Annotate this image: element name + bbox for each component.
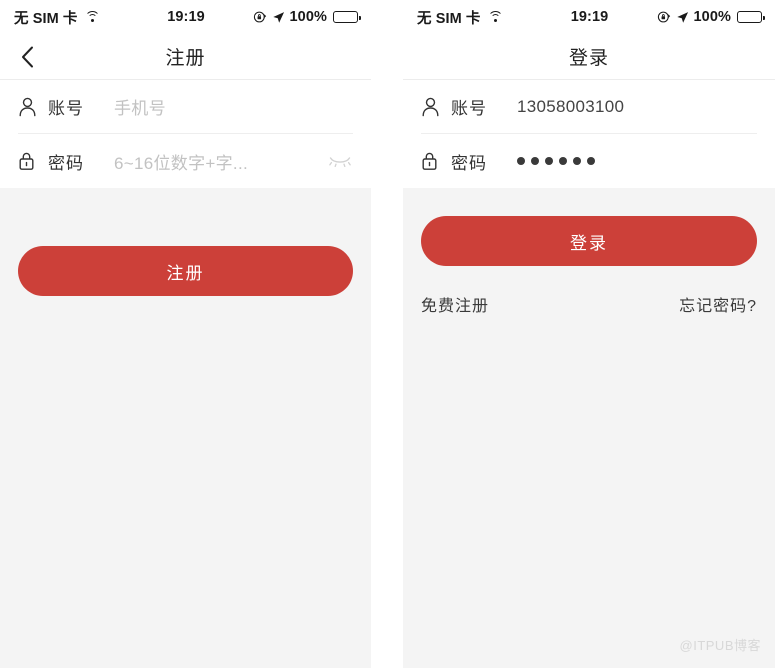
wifi-icon [85,11,101,23]
rotation-lock-icon [657,11,670,23]
status-bar-register: 无 SIM 卡 19:19 100% [0,0,371,34]
login-account-input[interactable]: 13058003100 [517,97,757,117]
password-mask-dot [545,157,553,165]
rotation-lock-icon [253,11,266,23]
screenshot-canvas: 无 SIM 卡 19:19 100% 注册 账号 手机号 密码 6~16位数字+… [0,0,775,668]
person-icon [421,97,445,117]
login-submit-button[interactable]: 登录 [421,216,757,266]
login-links-row: 免费注册 忘记密码? [421,292,757,316]
location-arrow-icon [272,11,284,23]
chevron-left-icon [21,46,33,67]
register-account-input[interactable]: 手机号 [114,94,353,119]
free-register-link[interactable]: 免费注册 [421,292,489,316]
battery-percent-label-login: 100% [693,9,731,25]
lock-icon [18,151,42,171]
status-bar-login: 无 SIM 卡 19:19 100% [403,0,775,34]
password-mask-dot [559,157,567,165]
login-password-label: 密码 [451,153,487,173]
register-nav-bar: 注册 [0,34,371,80]
status-bar-clock-login: 19:19 [570,9,609,25]
battery-percent-label: 100% [289,9,327,25]
watermark: @ITPUB博客 [679,638,761,653]
lock-icon [421,151,445,171]
status-bar-left-login: 无 SIM 卡 [417,7,571,28]
eye-closed-icon[interactable] [327,155,353,167]
password-mask-dot [517,157,525,165]
status-bar-right-login: 100% [608,9,765,25]
login-body: 登录 免费注册 忘记密码? [403,188,775,668]
page-title-login: 登录 [568,48,609,69]
battery-icon [333,11,361,23]
login-account-field[interactable]: 账号 13058003100 [421,80,757,134]
battery-icon [737,11,765,23]
location-arrow-icon [676,11,688,23]
register-submit-button[interactable]: 注册 [18,246,353,296]
status-bar-clock: 19:19 [167,9,205,25]
person-icon [18,97,42,117]
page-title: 注册 [165,48,206,69]
login-password-input[interactable] [517,157,757,165]
password-mask-dot [573,157,581,165]
panel-divider [371,0,403,668]
register-body: 注册 [0,188,371,668]
register-account-label: 账号 [48,99,84,118]
back-button[interactable] [12,42,42,72]
login-password-field[interactable]: 密码 [421,134,757,188]
login-account-label: 账号 [451,99,487,118]
forgot-password-link[interactable]: 忘记密码? [679,292,757,316]
register-screen: 无 SIM 卡 19:19 100% 注册 账号 手机号 密码 6~16位数字+… [0,0,371,668]
status-bar-left: 无 SIM 卡 [14,7,167,28]
login-nav-bar: 登录 [403,34,775,80]
register-form: 账号 手机号 密码 6~16位数字+字... [0,80,371,188]
status-bar-right: 100% [205,9,361,25]
register-password-input[interactable]: 6~16位数字+字... [114,149,327,174]
login-screen: 无 SIM 卡 19:19 100% 登录 账号 13058003100 密码 … [403,0,775,668]
carrier-label: 无 SIM 卡 [14,10,78,27]
login-form: 账号 13058003100 密码 [403,80,775,188]
register-password-field[interactable]: 密码 6~16位数字+字... [18,134,353,188]
register-account-field[interactable]: 账号 手机号 [18,80,353,134]
carrier-label-login: 无 SIM 卡 [417,10,481,27]
password-mask-dot [587,157,595,165]
wifi-icon [488,11,504,23]
register-password-label: 密码 [48,153,84,173]
password-mask-dot [531,157,539,165]
